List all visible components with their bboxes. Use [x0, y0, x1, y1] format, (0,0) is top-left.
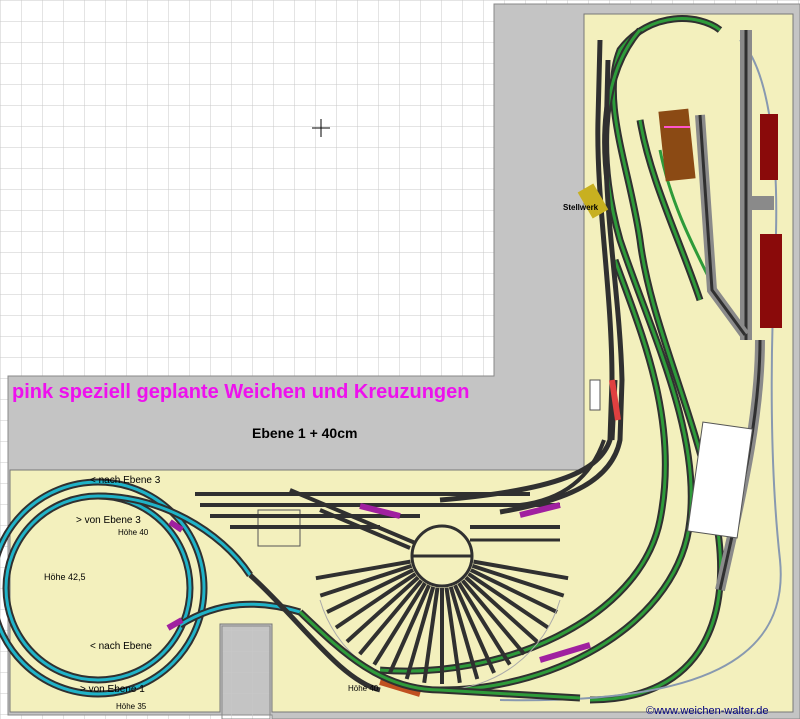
label-nach-ebene: < nach Ebene	[90, 641, 152, 652]
label-nach-ebene3: < nach Ebene 3	[90, 475, 161, 486]
opening-cutout	[221, 625, 271, 719]
track-plan: pink speziell geplante Weichen und Kreuz…	[0, 0, 800, 719]
label-hoehe40-a: Höhe 40	[118, 528, 149, 537]
title-legend: pink speziell geplante Weichen und Kreuz…	[12, 381, 469, 403]
track-plan-canvas[interactable]: pink speziell geplante Weichen und Kreuz…	[0, 0, 800, 719]
label-stellwerk: Stellwerk	[563, 203, 599, 212]
building-red-1	[760, 114, 778, 180]
label-von-ebene1: > von Ebene 1	[80, 684, 145, 695]
level-label: Ebene 1 + 40cm	[252, 425, 357, 441]
label-von-ebene3: > von Ebene 3	[76, 515, 141, 526]
watermark: ©www.weichen-walter.de	[646, 705, 768, 717]
label-hoehe35: Höhe 35	[116, 702, 147, 711]
label-hoehe40-b: Höhe 40	[348, 684, 379, 693]
building-red-2	[760, 234, 782, 328]
label-hoehe425: Höhe 42,5	[44, 572, 86, 582]
